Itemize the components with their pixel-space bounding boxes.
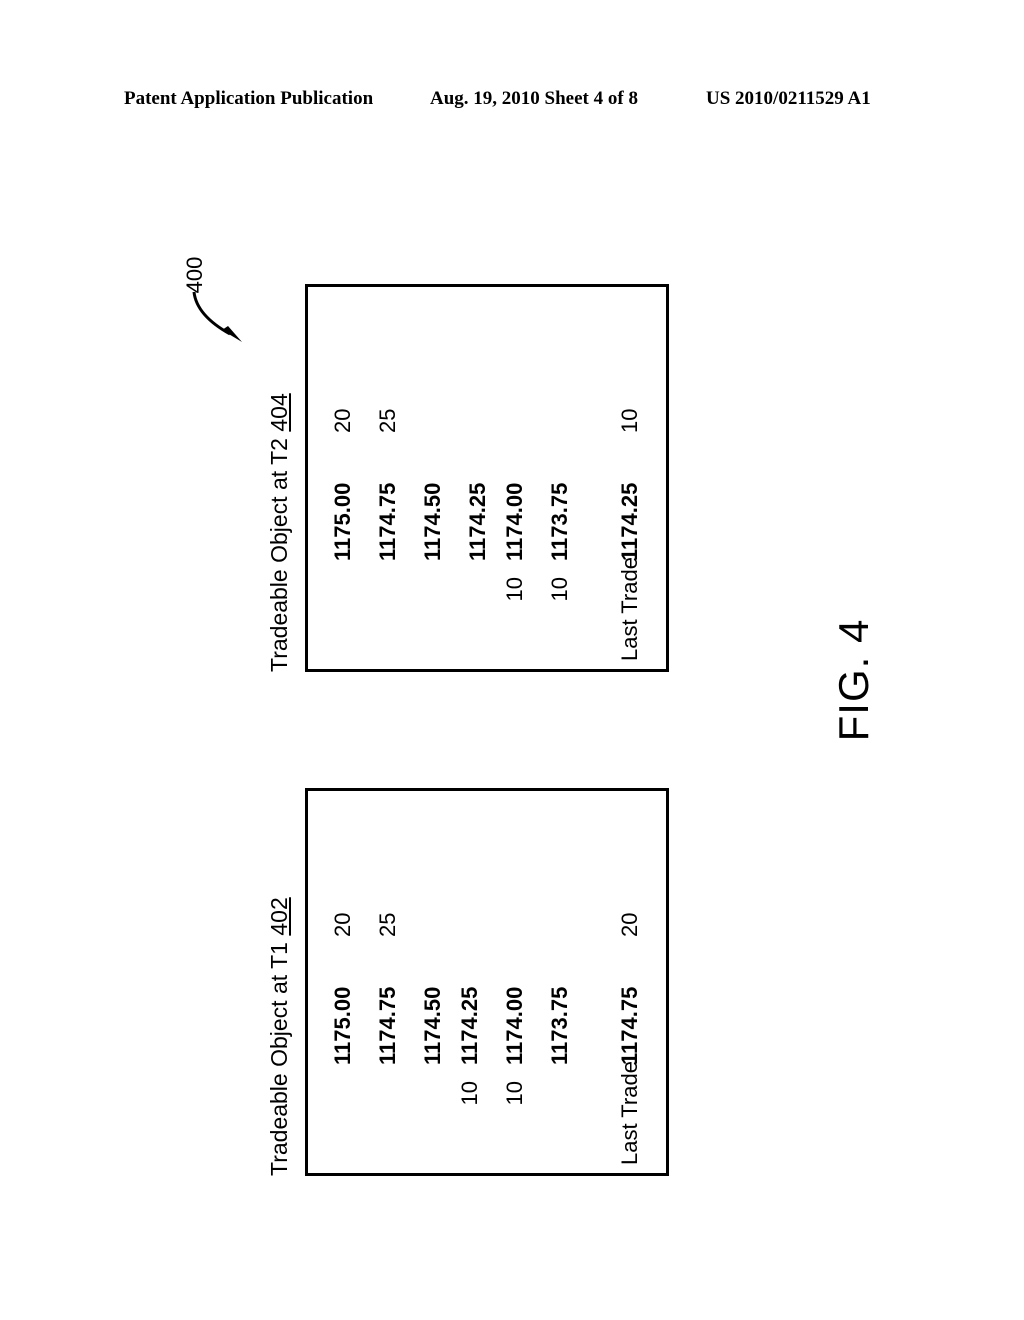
tradeable-object-book-t1: Tradeable Object at T1 402 1175.00 20 11… [259, 760, 675, 1176]
price-cell: 1174.00 [502, 986, 527, 1065]
price-cell: 1175.00 [330, 482, 355, 561]
bid-quantity-cell: 10 [502, 577, 527, 602]
book-title-text-t1: Tradeable Object at T1 [266, 935, 292, 1176]
book-row: 1173.75 [543, 791, 577, 1173]
tradeable-object-book-t2: Tradeable Object at T2 404 1175.00 20 11… [259, 256, 675, 672]
book-row: 10 1174.00 [498, 791, 532, 1173]
book-box-t1: 1175.00 20 1174.75 25 1174.50 10 1174.25 [305, 788, 669, 1176]
book-title-numeral-t2: 404 [266, 393, 292, 432]
figure-caption: FIG. 4 [830, 618, 877, 742]
book-title-numeral-t1: 402 [266, 897, 292, 936]
publication-header-left: Patent Application Publication [124, 88, 374, 109]
book-row: 1174.75 25 [371, 287, 405, 669]
book-title-t1: Tradeable Object at T1 402 [259, 766, 299, 1176]
last-trade-price: 1174.25 [617, 482, 642, 561]
bid-quantity-cell [326, 577, 360, 655]
publication-header-number: US 2010/0211529 A1 [706, 88, 871, 109]
book-row: 1174.50 [416, 791, 450, 1173]
ask-quantity-cell: 20 [330, 912, 355, 937]
book-row: 1174.25 [461, 287, 495, 669]
ask-quantity-cell [453, 877, 487, 937]
bid-quantity-cell [461, 577, 495, 655]
last-trade-label: Last Trade [617, 557, 642, 661]
book-row: 1174.50 [416, 287, 450, 669]
price-cell: 1174.50 [420, 986, 445, 1065]
ask-quantity-cell [543, 373, 577, 433]
bid-quantity-cell [371, 1081, 405, 1159]
last-trade-quantity: 20 [617, 912, 642, 937]
bid-quantity-cell [371, 577, 405, 655]
price-cell: 1174.25 [465, 482, 490, 561]
price-cell: 1174.75 [375, 482, 400, 561]
publication-header-date-sheet: Aug. 19, 2010 Sheet 4 of 8 [430, 88, 638, 109]
last-trade-row: Last Trade 1174.25 10 [613, 287, 647, 669]
price-cell: 1174.25 [457, 986, 482, 1065]
ask-quantity-cell [461, 373, 495, 433]
price-cell: 1174.00 [502, 482, 527, 561]
book-box-t2: 1175.00 20 1174.75 25 1174.50 1174.25 10… [305, 284, 669, 672]
last-trade-row: Last Trade 1174.75 20 [613, 791, 647, 1173]
price-cell: 1175.00 [330, 986, 355, 1065]
book-row: 1175.00 20 [326, 791, 360, 1173]
bid-quantity-cell: 10 [502, 1081, 527, 1106]
publication-header: Patent Application Publication Aug. 19, … [0, 88, 1024, 118]
price-cell: 1173.75 [547, 986, 572, 1065]
bid-quantity-cell: 10 [457, 1081, 482, 1106]
book-title-text-t2: Tradeable Object at T2 [266, 431, 292, 672]
book-row: 1175.00 20 [326, 287, 360, 669]
ask-quantity-cell: 25 [375, 408, 400, 433]
last-trade-quantity: 10 [617, 408, 642, 433]
book-title-t2: Tradeable Object at T2 404 [259, 262, 299, 672]
book-row: 1174.75 25 [371, 791, 405, 1173]
price-cell: 1173.75 [547, 482, 572, 561]
price-cell: 1174.50 [420, 482, 445, 561]
ask-quantity-cell [416, 373, 450, 433]
ask-quantity-cell [416, 877, 450, 937]
price-cell: 1174.75 [375, 986, 400, 1065]
book-row: 10 1174.00 [498, 287, 532, 669]
ask-quantity-cell [498, 877, 532, 937]
bid-quantity-cell [543, 1081, 577, 1159]
bid-quantity-cell [326, 1081, 360, 1159]
bid-quantity-cell [416, 577, 450, 655]
ask-quantity-cell: 25 [375, 912, 400, 937]
lead-line-arrow-icon [192, 291, 242, 342]
ask-quantity-cell [498, 373, 532, 433]
ask-quantity-cell: 20 [330, 408, 355, 433]
last-trade-price: 1174.75 [617, 986, 642, 1065]
bid-quantity-cell: 10 [547, 577, 572, 602]
bid-quantity-cell [416, 1081, 450, 1159]
ask-quantity-cell [543, 877, 577, 937]
book-row: 10 1173.75 [543, 287, 577, 669]
last-trade-label: Last Trade [617, 1061, 642, 1165]
book-row: 10 1174.25 [453, 791, 487, 1173]
